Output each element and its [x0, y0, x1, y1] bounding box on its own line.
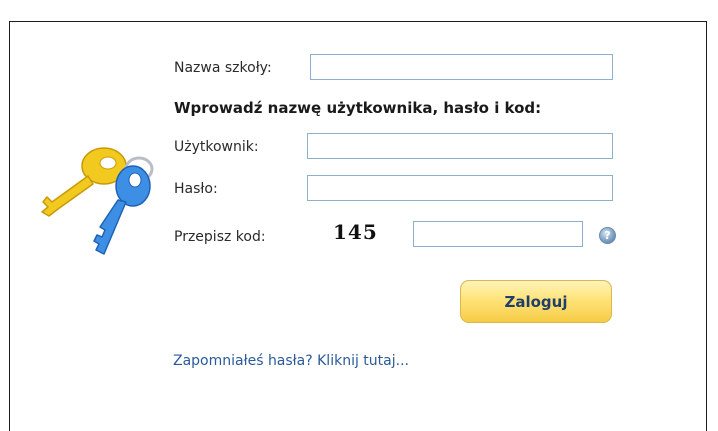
credentials-heading: Wprowadź nazwę użytkownika, hasło i kod:: [174, 99, 542, 117]
password-input[interactable]: [307, 175, 613, 201]
forgot-password-link[interactable]: Zapomniałeś hasła? Kliknij tutaj...: [173, 352, 409, 370]
page: Nazwa szkoły: Wprowadź nazwę użytkownika…: [0, 0, 718, 431]
captcha-label: Przepisz kod:: [174, 229, 266, 245]
password-label: Hasło:: [174, 181, 218, 197]
username-label: Użytkownik:: [174, 139, 259, 155]
keys-icon: [41, 147, 154, 255]
captcha-input[interactable]: [413, 221, 583, 247]
question-mark-icon[interactable]: ?: [599, 227, 616, 244]
username-input[interactable]: [307, 133, 613, 159]
school-name-label: Nazwa szkoły:: [174, 60, 272, 76]
captcha-code: 145: [333, 220, 378, 244]
school-name-input[interactable]: [310, 54, 613, 80]
login-button[interactable]: Zaloguj: [460, 280, 612, 323]
